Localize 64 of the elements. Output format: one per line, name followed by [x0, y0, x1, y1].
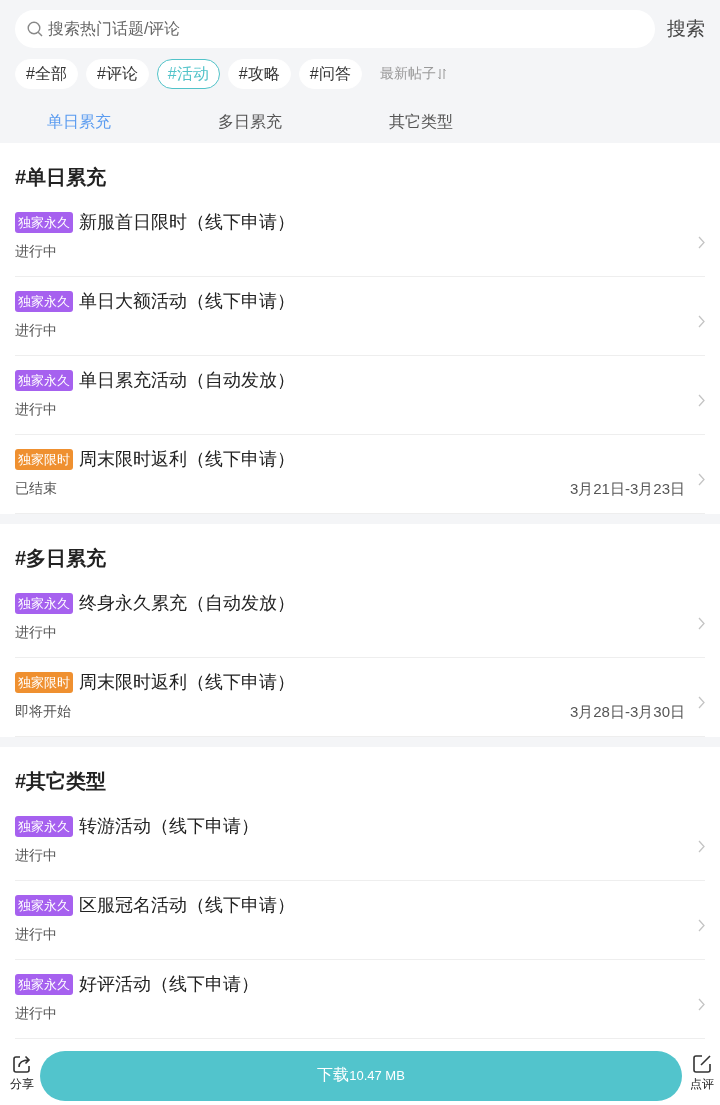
- activity-item[interactable]: 独家永久 单日累充活动（自动发放） 进行中: [15, 356, 705, 435]
- filter-chip[interactable]: #攻略: [227, 59, 291, 89]
- activity-item[interactable]: 独家永久 转游活动（线下申请） 进行中: [15, 802, 705, 881]
- activity-status: 进行中: [15, 322, 57, 340]
- filter-chip[interactable]: #全部: [15, 59, 78, 89]
- activity-tag: 独家永久: [15, 290, 73, 312]
- activity-tag: 独家限时: [15, 448, 73, 470]
- activity-title: 新服首日限时（线下申请）: [79, 211, 295, 234]
- search-icon: [27, 21, 43, 37]
- activity-tag: 独家永久: [15, 592, 73, 614]
- chevron-right-icon: [698, 919, 705, 932]
- activity-date: 3月28日-3月30日: [569, 702, 685, 722]
- chevron-right-icon: [698, 236, 705, 249]
- activity-status: 进行中: [15, 243, 57, 261]
- chevron-right-icon: [698, 473, 705, 486]
- activity-item[interactable]: 独家永久 终身永久累充（自动发放） 进行中: [15, 579, 705, 658]
- activity-tag: 独家永久: [15, 211, 73, 233]
- activity-date: 3月21日-3月23日: [569, 479, 685, 499]
- activity-title: 终身永久累充（自动发放）: [79, 592, 295, 615]
- section-title: #单日累充: [15, 165, 108, 190]
- activity-item[interactable]: 独家永久 区服冠名活动（线下申请） 进行中: [15, 881, 705, 960]
- activity-title: 转游活动（线下申请）: [79, 815, 259, 838]
- chevron-right-icon: [698, 998, 705, 1011]
- activity-status: 即将开始: [15, 703, 71, 721]
- activity-item[interactable]: 独家限时 周末限时返利（线下申请） 已结束 3月21日-3月23日: [15, 435, 705, 514]
- activity-tag: 独家永久: [15, 815, 73, 837]
- chevron-right-icon: [698, 617, 705, 630]
- activity-tag: 独家限时: [15, 671, 73, 693]
- section-title: #其它类型: [15, 769, 108, 794]
- chevron-right-icon: [698, 840, 705, 853]
- search-button[interactable]: 搜索: [667, 16, 705, 42]
- activity-item[interactable]: 独家永久 新服首日限时（线下申请） 进行中: [15, 198, 705, 277]
- activity-status: 进行中: [15, 401, 57, 419]
- activity-status: 进行中: [15, 624, 57, 642]
- activity-title: 周末限时返利（线下申请）: [79, 448, 295, 471]
- share-button[interactable]: 分享: [10, 1054, 34, 1091]
- activity-item[interactable]: 独家永久 好评活动（线下申请） 进行中: [15, 960, 705, 1039]
- activity-title: 区服冠名活动（线下申请）: [79, 894, 295, 917]
- activity-item[interactable]: 独家永久 单日大额活动（线下申请） 进行中: [15, 277, 705, 356]
- activity-item[interactable]: 独家限时 周末限时返利（线下申请） 即将开始 3月28日-3月30日: [15, 658, 705, 737]
- activity-title: 周末限时返利（线下申请）: [79, 671, 295, 694]
- activity-title: 好评活动（线下申请）: [79, 973, 259, 996]
- activity-tag: 独家永久: [15, 973, 73, 995]
- chevron-right-icon: [698, 394, 705, 407]
- category-tab[interactable]: 多日累充: [190, 107, 310, 137]
- review-button[interactable]: 点评: [690, 1054, 714, 1091]
- share-icon: [12, 1054, 32, 1074]
- filter-chip[interactable]: #评论: [85, 59, 149, 89]
- activity-status: 已结束: [15, 480, 57, 498]
- activity-title: 单日大额活动（线下申请）: [79, 290, 295, 313]
- activity-tag: 独家永久: [15, 369, 73, 391]
- edit-icon: [692, 1054, 712, 1074]
- activity-status: 进行中: [15, 1005, 57, 1023]
- search-field[interactable]: 搜索热门话题/评论: [15, 10, 655, 48]
- activity-title: 单日累充活动（自动发放）: [79, 369, 295, 392]
- chevron-right-icon: [698, 696, 705, 709]
- sort-icon: [437, 68, 446, 80]
- activity-status: 进行中: [15, 926, 57, 944]
- section-title: #多日累充: [15, 546, 108, 571]
- chevron-right-icon: [698, 315, 705, 328]
- category-tab[interactable]: 其它类型: [361, 107, 481, 137]
- activity-status: 进行中: [15, 847, 57, 865]
- filter-chip[interactable]: #问答: [298, 59, 362, 89]
- activity-tag: 独家永久: [15, 894, 73, 916]
